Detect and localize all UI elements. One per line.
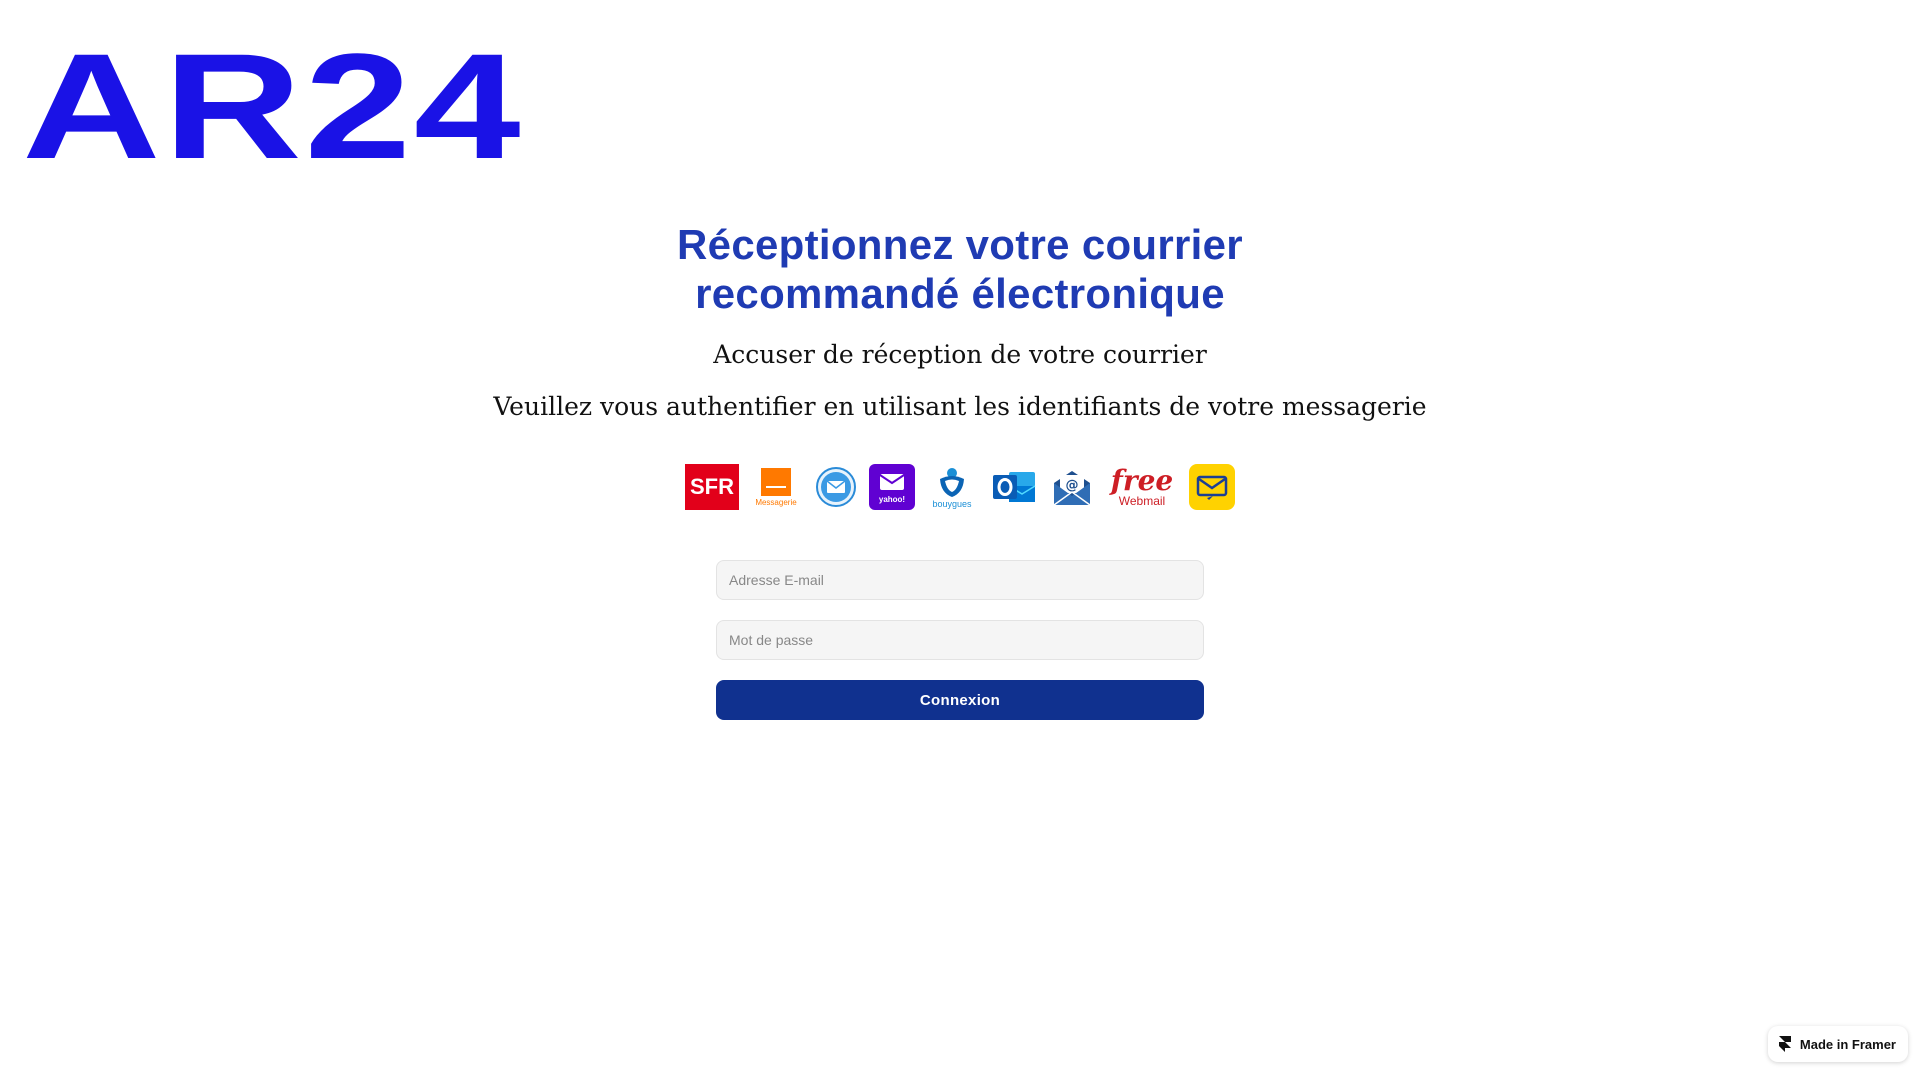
outlook-icon	[989, 464, 1039, 510]
yahoo-mail-icon: yahoo!	[869, 464, 915, 510]
free-webmail-logo-icon: free Webmail	[1105, 464, 1179, 510]
password-field[interactable]	[716, 620, 1204, 660]
title-line-2: recommandé électronique	[695, 270, 1225, 317]
login-form: Connexion	[716, 560, 1204, 720]
free-label: free	[1110, 464, 1174, 497]
instruction-text: Veuillez vous authentifier en utilisant …	[493, 392, 1427, 421]
orange-logo-icon: Messagerie	[749, 464, 803, 510]
free-webmail-label: Webmail	[1118, 494, 1166, 508]
mail-providers-strip: SFR Messagerie yahoo! bouygues @ free We…	[685, 454, 1235, 520]
page: AR24 Réceptionnez votre courrier recomma…	[0, 0, 1920, 1080]
laposte-mail-icon	[1189, 464, 1235, 510]
email-envelope-icon: @	[1049, 464, 1095, 510]
page-title: Réceptionnez votre courrier recommandé é…	[677, 220, 1243, 318]
logo-text: AR24	[22, 22, 524, 190]
ar24-logo: AR24	[12, 31, 521, 181]
yahoo-label: yahoo!	[878, 495, 906, 504]
bouygues-label: bouygues	[932, 499, 972, 509]
framer-icon	[1778, 1036, 1791, 1052]
main-content: Réceptionnez votre courrier recommandé é…	[0, 220, 1920, 720]
orange-square	[761, 467, 791, 496]
sfr-logo-icon: SFR	[685, 464, 739, 510]
sfr-label: SFR	[690, 474, 734, 499]
made-in-framer-badge[interactable]: Made in Framer	[1767, 1026, 1908, 1062]
orange-label: Messagerie	[755, 497, 797, 507]
title-line-1: Réceptionnez votre courrier	[677, 221, 1243, 268]
connexion-button[interactable]: Connexion	[716, 680, 1204, 720]
svg-text:@: @	[1066, 478, 1079, 493]
mail-app-icon	[813, 464, 859, 510]
framer-badge-label: Made in Framer	[1799, 1036, 1896, 1052]
subtitle: Accuser de réception de votre courrier	[713, 340, 1207, 369]
bouygues-logo-icon: bouygues	[925, 462, 979, 512]
email-field[interactable]	[716, 560, 1204, 600]
